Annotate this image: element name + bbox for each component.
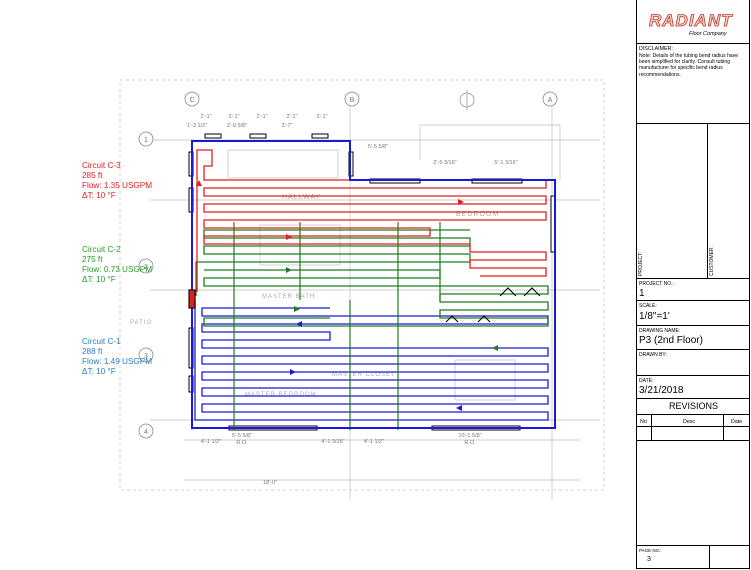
page-no-label: PAGE NO.: [639, 548, 662, 553]
window-top-1 [204, 133, 222, 139]
legend-c1-length: 288 ft [82, 347, 103, 356]
room-label-patio: PATIO [130, 320, 152, 326]
dim-top-6: 5'-5 5/8" [368, 144, 388, 150]
room-label-hallway: HALLWAY [282, 194, 321, 201]
disclaimer-label: DISCLAIMER: [639, 46, 673, 52]
dim-top-4: 2'-1" [287, 114, 298, 120]
legend-c2-name: Circuit C-2 [82, 245, 121, 254]
dim-top-8: 1'-3 1/2" [187, 123, 207, 129]
grid-bubble-1: 1 [138, 131, 154, 147]
dim-top-2: 2'-1" [229, 114, 240, 120]
north-arrow [459, 90, 475, 110]
legend-c3-flow: Flow: 1.35 USGPM [82, 181, 153, 190]
legend-c3-delta: ΔT: 10 °F [82, 191, 116, 200]
title-block: RADIANT Floor Company DISCLAIMER: Note: … [636, 0, 750, 569]
project-label: PROJECT: [638, 251, 644, 276]
dim-bottom-1: 5'-5 5/8" [232, 433, 252, 439]
dim-bottom-7: R.O. [464, 440, 476, 446]
logo-wordmark: RADIANT [649, 11, 733, 31]
room-label-master-bath: MASTER BATH [262, 294, 315, 300]
disclaimer-text: Note: Details of the tubing bend radius … [639, 53, 739, 78]
manifold [188, 287, 541, 323]
legend-c1-name: Circuit C-1 [82, 337, 121, 346]
circuit-c3-tubing [196, 149, 547, 292]
rev-col-no: No [640, 419, 647, 425]
page-no: 3 [647, 556, 651, 563]
dim-bottom-5: 4'-1 1/2" [364, 439, 384, 445]
legend-c2-length: 275 ft [82, 255, 103, 264]
legend-c1-delta: ΔT: 10 °F [82, 367, 116, 376]
svg-text:C: C [189, 97, 194, 104]
dim-bottom-4: 4'-1 3/16" [321, 439, 344, 445]
project-no: 1 [639, 288, 645, 299]
window-top-3 [311, 133, 329, 139]
room-label-master-bedroom: MASTER BEDROOM [245, 392, 317, 398]
date-label: DATE: [639, 378, 654, 384]
customer-label: CUSTOMER: [709, 246, 715, 276]
company-logo: RADIANT Floor Company [645, 8, 743, 38]
grid-bubble-b: B [344, 91, 360, 107]
svg-text:4: 4 [144, 429, 148, 436]
dim-top-10: 2'-5 3/16" [433, 160, 456, 166]
logo-tagline: Floor Company [689, 31, 727, 37]
dim-top-7: 3'-7" [282, 123, 293, 129]
dim-top-11: 5'-1 3/16" [494, 160, 517, 166]
drawing-name-label: DRAWING NAME: [639, 328, 681, 334]
window-top-2 [249, 133, 267, 139]
dim-top-1: 2'-1" [201, 114, 212, 120]
rev-col-date: Date [731, 419, 743, 425]
dim-bottom-8: 18'-0" [263, 480, 277, 486]
room-label-master-closet: MASTER CLOSET [332, 372, 396, 378]
circuit-c2-tubing [195, 222, 549, 430]
svg-text:B: B [350, 97, 355, 104]
svg-text:A: A [548, 97, 553, 104]
legend-circuit-c3: Circuit C-3 285 ft Flow: 1.35 USGPM ΔT: … [82, 161, 152, 201]
dim-bottom-6: 10'-1 5/8" [458, 433, 481, 439]
svg-text:1: 1 [144, 137, 148, 144]
legend-circuit-c2: Circuit C-2 275 ft Flow: 0.73 USGPM ΔT: … [82, 245, 152, 285]
dim-bottom-3: 4'-1 1/2" [201, 439, 221, 445]
dim-top-3: 2'-1" [257, 114, 268, 120]
rev-col-desc: Desc [683, 419, 696, 425]
grid-bubble-a: A [542, 91, 558, 107]
legend-c2-flow: Flow: 0.73 USGPM [82, 265, 153, 274]
scale-value: 1/8"=1' [639, 311, 670, 322]
legend-c1-flow: Flow: 1.49 USGPM [82, 357, 153, 366]
legend-c2-delta: ΔT: 10 °F [82, 275, 116, 284]
scale-label: SCALE: [639, 303, 657, 309]
drawing-name: P3 (2nd Floor) [639, 335, 703, 346]
revisions-title: REVISIONS [668, 401, 718, 411]
floor-plan: C B A 1 2 3 4 HALLWAY BEDROOM MASTER BAT… [119, 79, 605, 500]
legend-circuit-c1: Circuit C-1 288 ft Flow: 1.49 USGPM ΔT: … [82, 337, 152, 377]
grid-bubble-c: C [184, 91, 200, 107]
dim-top-5: 2'-1" [317, 114, 328, 120]
project-no-label: PROJECT NO.: [639, 281, 674, 287]
drawn-by-label: DRAWN BY: [639, 352, 667, 358]
heated-zone-outline [191, 140, 556, 429]
date-value: 3/21/2018 [639, 385, 684, 396]
legend-c3-length: 285 ft [82, 171, 103, 180]
dim-top-9: 2'-9 5/8" [227, 123, 247, 129]
drawing-sheet: C B A 1 2 3 4 HALLWAY BEDROOM MASTER BAT… [0, 0, 751, 570]
grid-bubble-4: 4 [138, 423, 154, 439]
legend-c3-name: Circuit C-3 [82, 161, 121, 170]
dim-bottom-2: R.O. [236, 440, 248, 446]
